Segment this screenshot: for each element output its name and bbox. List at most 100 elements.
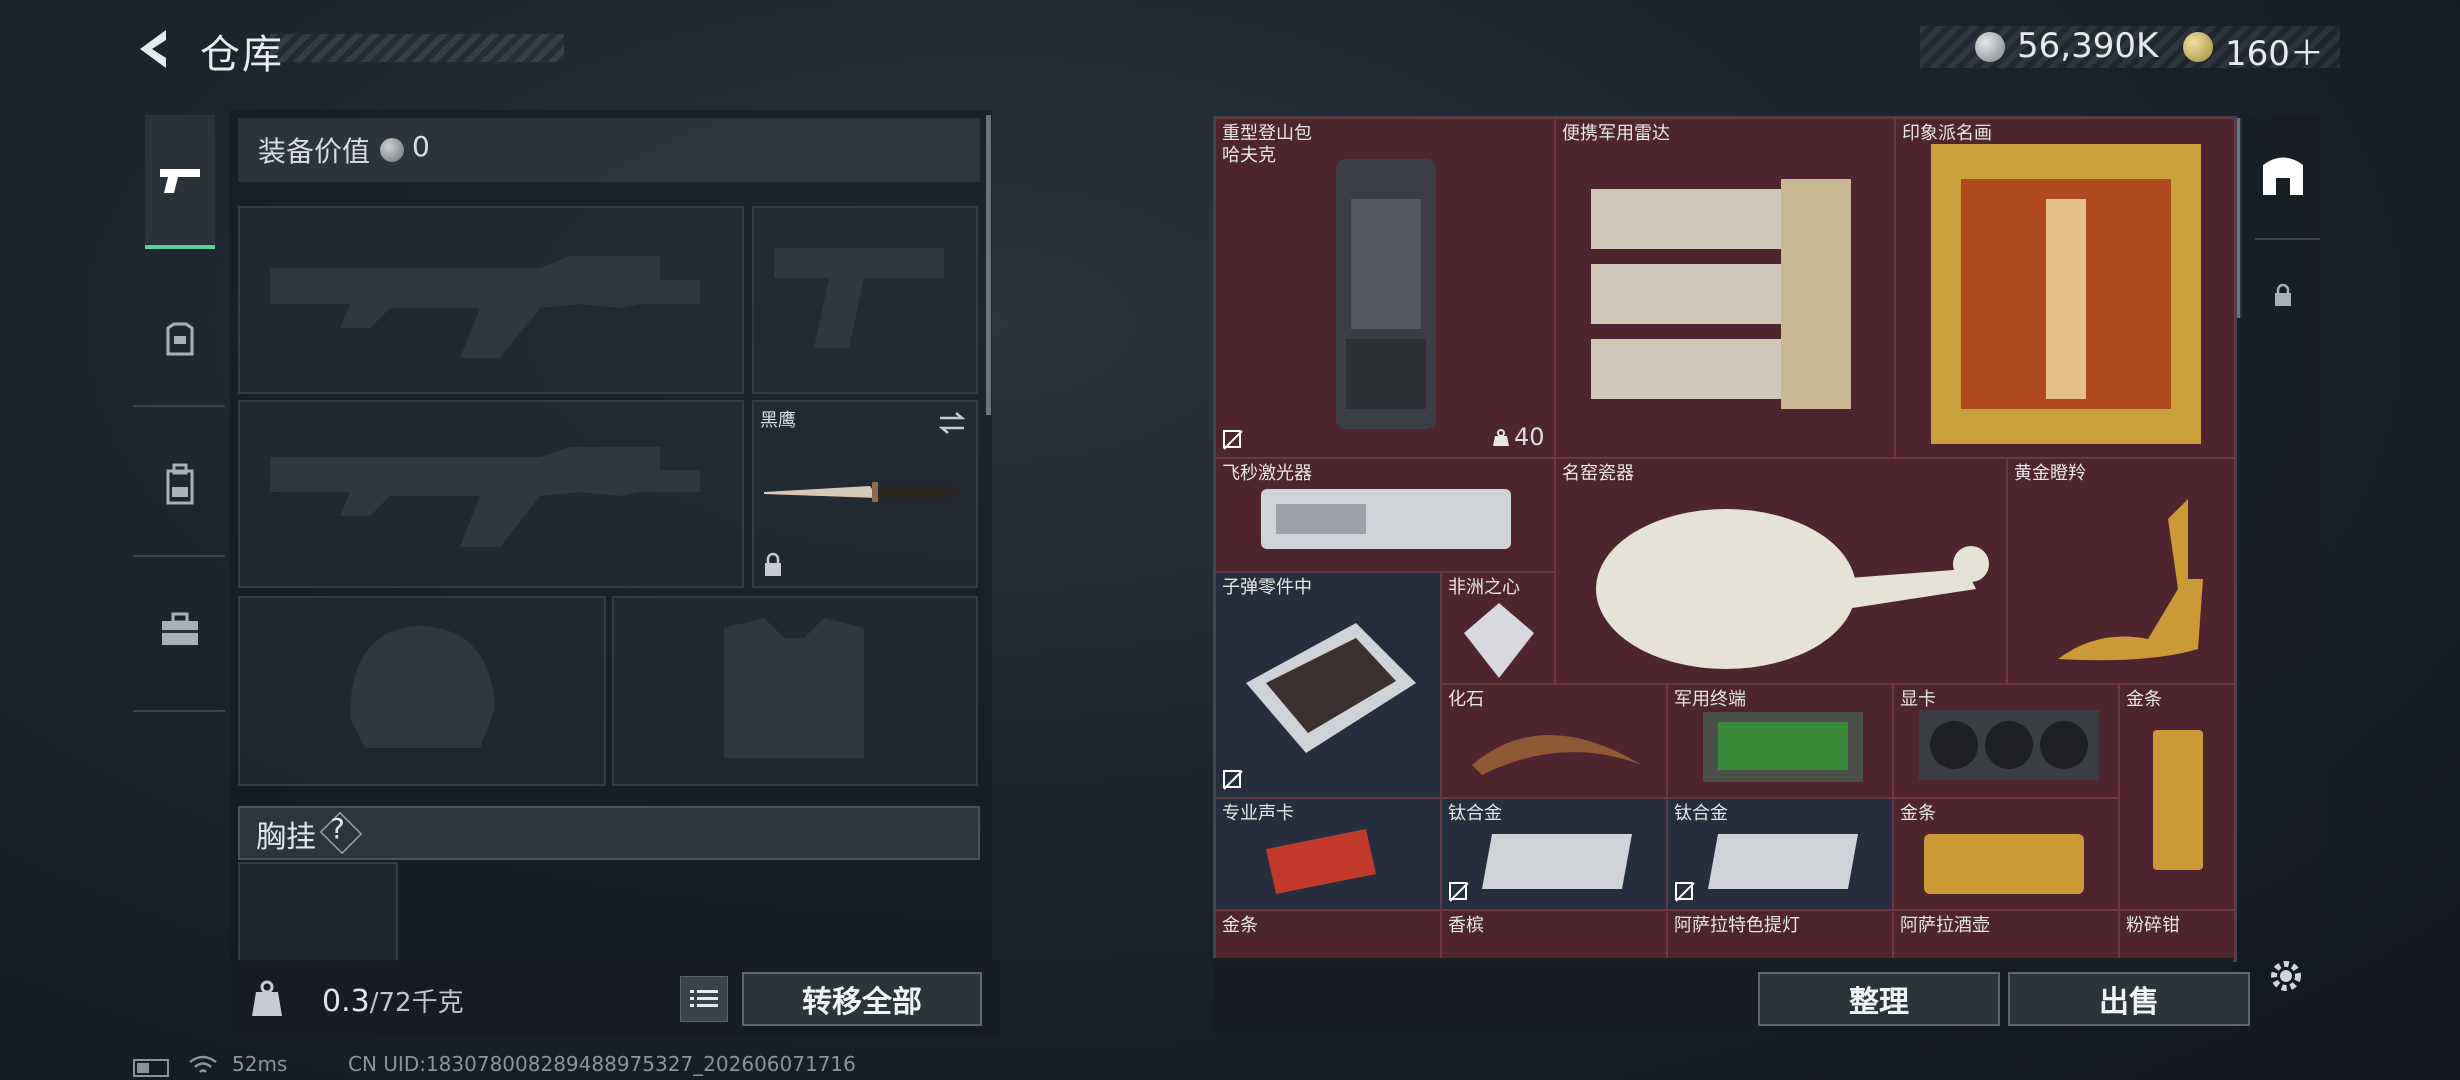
body-armor-slot[interactable] bbox=[612, 596, 978, 786]
item-name: 金条 bbox=[2126, 689, 2162, 710]
vest-silhouette-icon bbox=[724, 618, 864, 758]
stash-item[interactable]: 印象派名画 bbox=[1895, 118, 2235, 458]
melee-name: 黑鹰 bbox=[760, 410, 796, 431]
tab-weapons[interactable] bbox=[145, 115, 215, 249]
stash-item[interactable]: 飞秒激光器 bbox=[1215, 458, 1555, 572]
gold-bar-icon bbox=[1924, 834, 2084, 894]
silver-coin-icon bbox=[380, 138, 404, 162]
gold-amount[interactable]: 160＋ bbox=[2225, 26, 2324, 75]
tab-toolbox[interactable] bbox=[145, 575, 215, 685]
stash-item[interactable]: 钛合金 bbox=[1667, 798, 1893, 910]
sort-button[interactable]: 整理 bbox=[1758, 972, 2000, 1026]
battery-icon bbox=[133, 1059, 169, 1077]
porcelain-item-icon bbox=[1596, 509, 1989, 669]
stash-item[interactable]: 便携军用雷达 bbox=[1555, 118, 1895, 458]
list-button[interactable] bbox=[680, 976, 728, 1022]
silver-coin-icon bbox=[1975, 32, 2005, 62]
stash-item[interactable]: 名窑瓷器 bbox=[1555, 458, 2007, 684]
rifle-silhouette-icon bbox=[270, 256, 700, 358]
ammo-parts-item-icon bbox=[1246, 623, 1416, 753]
tab-armor[interactable] bbox=[145, 285, 215, 395]
item-name: 便携军用雷达 bbox=[1562, 123, 1670, 144]
stash-item[interactable]: 金条 bbox=[2119, 684, 2235, 910]
chest-rig-label: 胸挂 bbox=[256, 820, 316, 855]
helmet-silhouette-icon bbox=[350, 626, 495, 748]
stash-item[interactable]: 香槟 bbox=[1441, 910, 1667, 960]
stash-item[interactable]: 子弹零件中 bbox=[1215, 572, 1441, 798]
lock-icon bbox=[765, 552, 781, 576]
titanium-item-icon bbox=[1708, 834, 1858, 889]
sound-card-item-icon bbox=[1266, 829, 1376, 894]
gold-bar-icon bbox=[2153, 730, 2203, 870]
weight-icon bbox=[1493, 429, 1509, 446]
secondary-weapon-slot[interactable] bbox=[238, 400, 744, 588]
transfer-all-button[interactable]: 转移全部 bbox=[742, 972, 982, 1026]
no-insure-icon bbox=[1223, 430, 1243, 450]
stash-item[interactable]: 黄金瞪羚 bbox=[2007, 458, 2235, 684]
backpack-item-icon bbox=[1336, 159, 1436, 429]
knife-icon bbox=[764, 482, 958, 502]
equip-value: 0 bbox=[412, 130, 430, 163]
terminal-item-icon bbox=[1703, 712, 1863, 782]
stash-item[interactable]: 阿萨拉酒壶 bbox=[1893, 910, 2119, 960]
left-scrollbar[interactable] bbox=[986, 115, 991, 415]
title-decoration bbox=[270, 34, 564, 62]
tab-divider bbox=[133, 405, 225, 407]
stash-item[interactable]: 金条 bbox=[1215, 910, 1441, 960]
uid-text: CN UID:183078008289488975327_20260607171… bbox=[348, 1052, 856, 1076]
gold-coin-icon bbox=[2183, 32, 2213, 62]
stash-item[interactable]: 非洲之心 bbox=[1441, 572, 1555, 684]
list-icon bbox=[690, 990, 718, 1007]
rail-divider bbox=[2255, 238, 2320, 240]
no-insure-icon bbox=[1223, 770, 1243, 790]
lock-icon[interactable] bbox=[2273, 283, 2293, 307]
diamond-item-icon bbox=[1464, 603, 1534, 678]
help-icon[interactable]: ? bbox=[330, 812, 345, 845]
tab-divider bbox=[133, 710, 225, 712]
stash-item[interactable]: 粉碎钳 bbox=[2119, 910, 2235, 960]
pistol-silhouette-icon bbox=[774, 248, 944, 348]
stash-item[interactable]: 金条 bbox=[1893, 798, 2119, 910]
gazelle-item-icon bbox=[2058, 499, 2203, 661]
tab-divider bbox=[133, 555, 225, 557]
safe-icon[interactable] bbox=[2258, 150, 2308, 200]
swap-icon[interactable] bbox=[936, 410, 968, 436]
ping-text: 52ms bbox=[232, 1052, 288, 1076]
pistol-icon bbox=[160, 169, 200, 193]
stash-item[interactable]: 重型登山包 哈夫克 40 bbox=[1215, 118, 1555, 458]
melee-slot[interactable]: 黑鹰 bbox=[752, 400, 978, 588]
fossil-item-icon bbox=[1472, 735, 1642, 775]
stash-item[interactable]: 专业声卡 bbox=[1215, 798, 1441, 910]
weight-icon bbox=[252, 980, 282, 1016]
weight-readout: 0.3/72千克 bbox=[322, 982, 464, 1019]
no-insure-icon bbox=[1449, 882, 1469, 902]
radar-item-icon bbox=[1591, 179, 1851, 409]
item-name: 香槟 bbox=[1448, 915, 1484, 936]
stash-item[interactable]: 军用终端 bbox=[1667, 684, 1893, 798]
item-name: 阿萨拉酒壶 bbox=[1900, 915, 1990, 936]
weight-max: /72千克 bbox=[369, 988, 464, 1018]
no-insure-icon bbox=[1675, 882, 1695, 902]
tab-backpack[interactable] bbox=[145, 430, 215, 540]
sidearm-slot[interactable] bbox=[752, 206, 978, 394]
titanium-item-icon bbox=[1482, 834, 1632, 889]
stash-item[interactable]: 显卡 bbox=[1893, 684, 2119, 798]
chest-rig-slot[interactable] bbox=[238, 862, 398, 962]
gear-icon[interactable] bbox=[2265, 955, 2307, 997]
sell-button[interactable]: 出售 bbox=[2008, 972, 2250, 1026]
wifi-icon bbox=[189, 1055, 217, 1073]
stash-item[interactable]: 钛合金 bbox=[1441, 798, 1667, 910]
stash-item[interactable]: 阿萨拉特色提灯 bbox=[1667, 910, 1893, 960]
stash-item[interactable]: 化石 bbox=[1441, 684, 1667, 798]
item-name: 金条 bbox=[1222, 915, 1258, 936]
helmet-slot[interactable] bbox=[238, 596, 606, 786]
item-badge: 40 bbox=[1514, 423, 1545, 451]
stash-grid: 重型登山包 哈夫克 40 便携军用雷达 印象派名画 飞秒激光器 名窑瓷器 黄金瞪… bbox=[1213, 116, 2237, 962]
primary-weapon-slot[interactable] bbox=[238, 206, 744, 394]
weight-current: 0.3 bbox=[322, 984, 370, 1019]
silver-amount[interactable]: 56,390K bbox=[2017, 26, 2158, 66]
backpack-icon bbox=[166, 463, 194, 505]
laser-item-icon bbox=[1261, 489, 1511, 549]
equip-value-label: 装备价值 bbox=[258, 135, 371, 168]
back-arrow-icon[interactable] bbox=[130, 24, 180, 74]
